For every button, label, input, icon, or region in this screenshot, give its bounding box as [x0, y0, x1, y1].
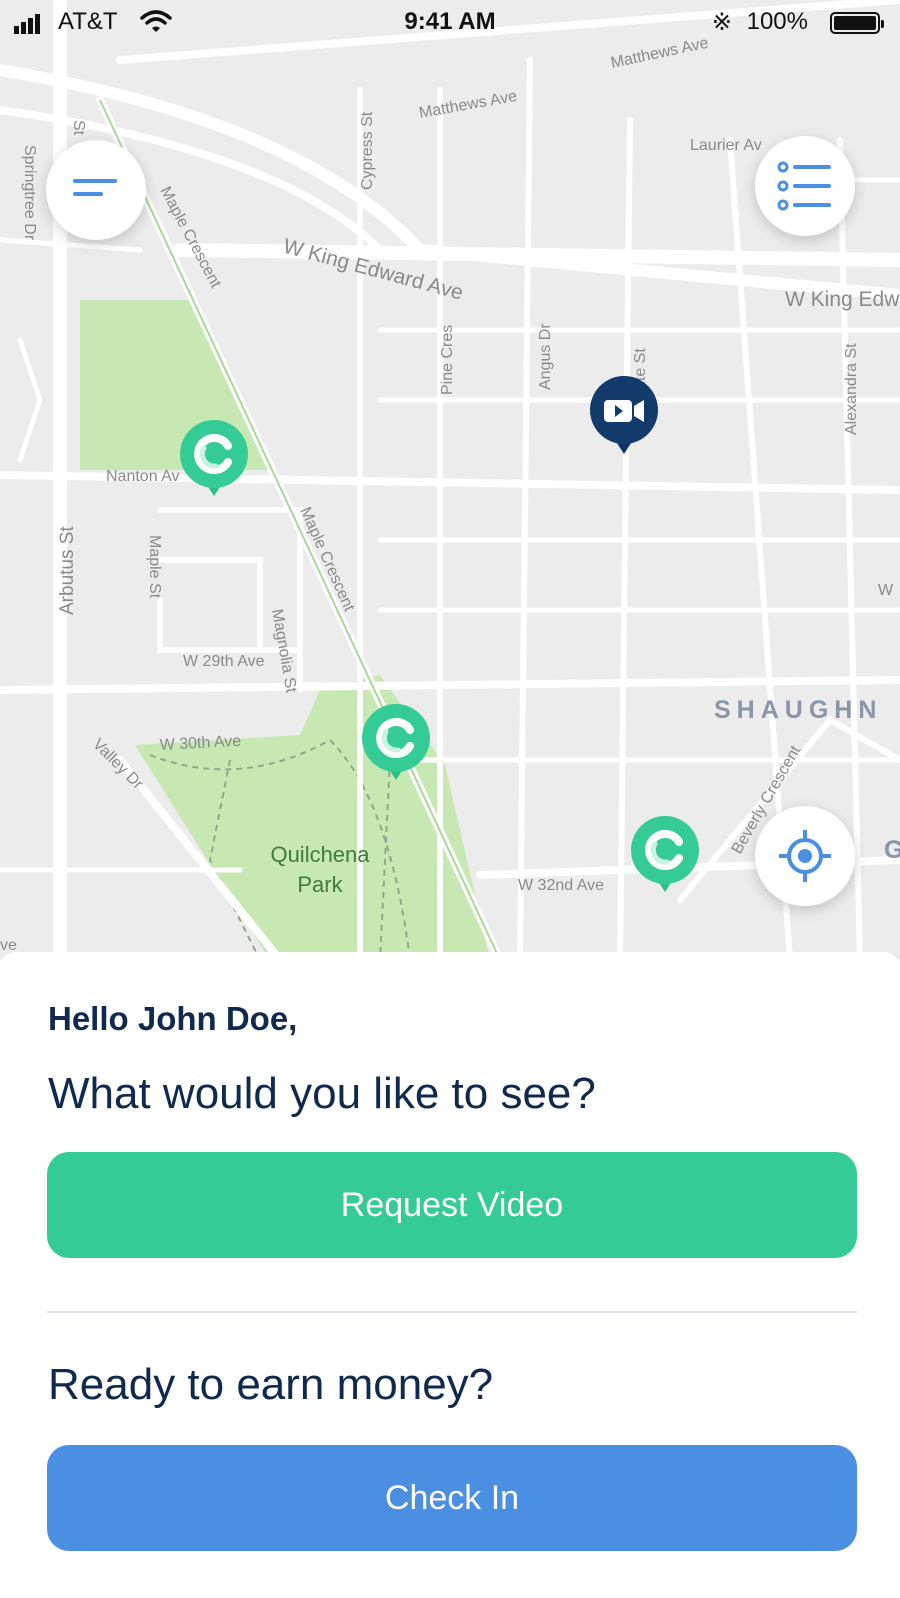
prompt-heading: What would you like to see? [48, 1069, 596, 1118]
park-label: Quilchena [270, 842, 370, 867]
street-label: Pine Cres [439, 325, 456, 395]
street-label: W 32nd Ave [518, 877, 604, 894]
street-label: W 29th Ave [183, 653, 265, 670]
battery-icon [830, 12, 884, 34]
check-in-button[interactable]: Check In [47, 1445, 857, 1551]
street-label: W King Edw [785, 288, 900, 311]
request-video-button[interactable]: Request Video [47, 1152, 857, 1258]
earn-heading: Ready to earn money? [48, 1360, 494, 1409]
refresh-icon [180, 420, 248, 496]
list-icon [777, 161, 831, 211]
crosshair-icon [779, 830, 831, 882]
street-label: Arbutus St [57, 526, 78, 615]
street-label: Alexandra St [843, 343, 860, 435]
menu-icon [73, 179, 117, 196]
map-canvas: Matthews Ave Matthews Ave Laurier Av Cyp… [0, 0, 900, 960]
street-label: Maple St [146, 535, 163, 599]
bottom-sheet: Hello John Doe, What would you like to s… [0, 952, 900, 1598]
location-pin[interactable] [629, 814, 701, 899]
menu-button[interactable] [46, 140, 146, 240]
district-label: SHAUGHN [714, 696, 882, 724]
bluetooth-icon: ※ [711, 9, 732, 36]
refresh-icon [362, 704, 430, 780]
street-label: Nanton Av [106, 468, 180, 485]
app-screen: Matthews Ave Matthews Ave Laurier Av Cyp… [0, 0, 900, 1598]
divider [47, 1311, 857, 1313]
street-label: W [878, 582, 894, 599]
street-label: Springtree Dr [21, 145, 38, 241]
map-view[interactable]: Matthews Ave Matthews Ave Laurier Av Cyp… [0, 0, 900, 960]
video-camera-icon [590, 376, 658, 454]
battery-percentage: 100% [746, 8, 808, 35]
greeting-text: Hello John Doe, [48, 1000, 298, 1037]
park-label: Park [297, 872, 343, 897]
street-label: Angus Dr [537, 323, 554, 390]
street-label: Laurier Av [690, 137, 762, 154]
video-request-pin[interactable] [588, 376, 660, 461]
location-pin[interactable] [178, 418, 250, 503]
list-view-button[interactable] [755, 136, 855, 236]
street-label: St [70, 120, 87, 136]
locate-me-button[interactable] [755, 806, 855, 906]
street-label: Cypress St [359, 111, 376, 190]
refresh-icon [631, 816, 699, 892]
district-label: G [884, 836, 900, 864]
location-pin[interactable] [360, 702, 432, 787]
status-bar: AT&T 9:41 AM ※ 100% [0, 0, 900, 46]
